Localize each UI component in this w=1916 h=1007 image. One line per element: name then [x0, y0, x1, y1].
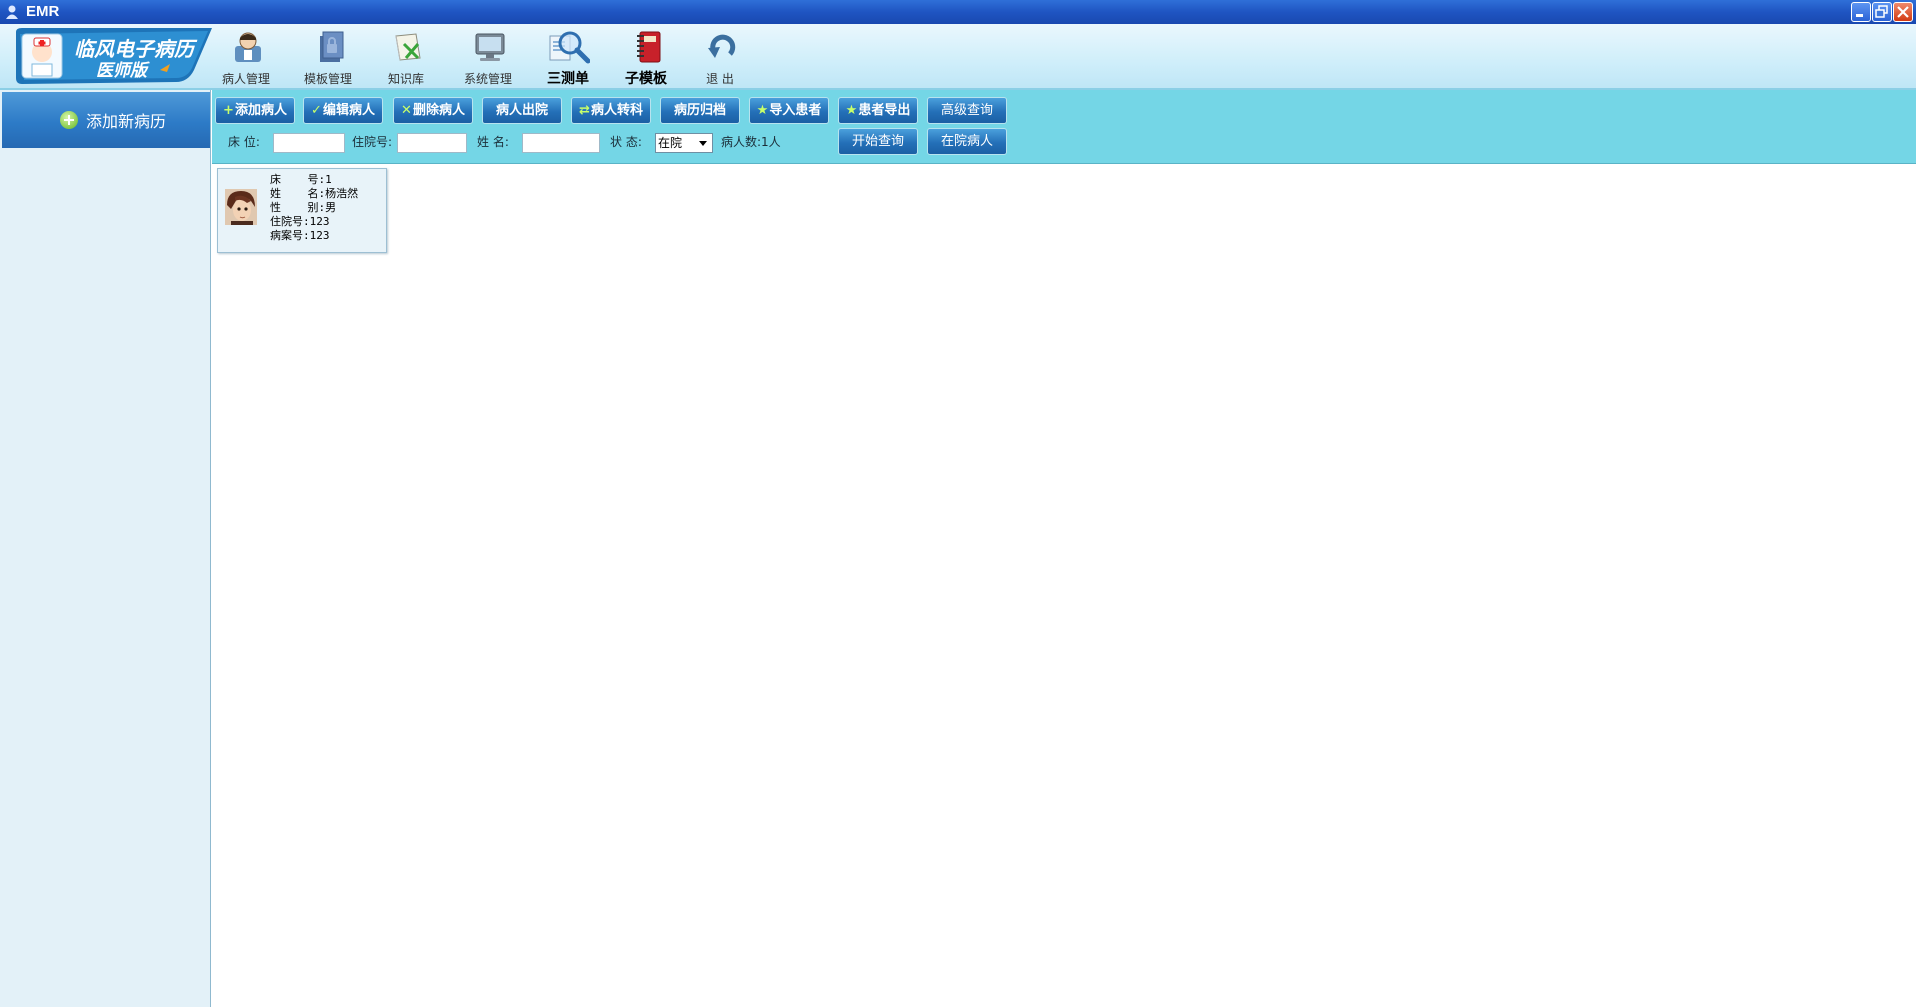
toolbar-label: 模板管理 — [303, 72, 352, 86]
add-new-record-label: 添加新病历 — [86, 112, 167, 131]
import-patient-button[interactable]: ★导入患者 — [749, 97, 829, 124]
patient-record-no: 病案号:123 — [270, 229, 330, 242]
add-new-record-button[interactable]: 添加新病历 — [2, 92, 210, 148]
toolbar-template-management[interactable]: 模板管理 — [292, 28, 364, 88]
patient-name: 姓 名:杨浩然 — [270, 187, 359, 200]
patient-bed: 床 号:1 — [270, 173, 332, 186]
toolbar-patient-management[interactable]: 病人管理 — [210, 28, 282, 88]
notebook-icon — [637, 31, 661, 63]
toolbar-label: 子模板 — [625, 71, 667, 87]
close-icon — [1897, 6, 1909, 18]
toolbar-knowledge-base[interactable]: 知识库 — [370, 28, 442, 88]
svg-text:临风电子病历: 临风电子病历 — [74, 37, 198, 61]
plus-circle-icon — [60, 111, 78, 129]
inpatients-button[interactable]: 在院病人 — [927, 128, 1007, 155]
patient-card[interactable]: 床 号:1 姓 名:杨浩然 性 别:男 住院号:123 病案号:123 — [217, 168, 387, 253]
magnifier-icon — [549, 31, 590, 64]
discharge-patient-button[interactable]: 病人出院 — [482, 97, 562, 124]
patient-avatar-icon — [225, 189, 257, 225]
restore-icon — [1875, 5, 1888, 18]
edit-patient-button[interactable]: ✓编辑病人 — [303, 97, 383, 124]
title-bar: EMR — [0, 0, 1916, 24]
star-icon: ★ — [845, 103, 858, 118]
app-logo: 临风电子病历 医师版 — [16, 28, 212, 84]
patient-list-area: 床 号:1 姓 名:杨浩然 性 别:男 住院号:123 病案号:123 — [212, 165, 1916, 1007]
patient-info: 床 号:1 姓 名:杨浩然 性 别:男 住院号:123 病案号:123 — [270, 173, 358, 243]
template-management-icon — [320, 31, 344, 62]
patient-action-bar: +添加病人 ✓编辑病人 ✕删除病人 病人出院 ⇄病人转科 病历归档 ★导入患者 … — [212, 90, 1916, 164]
window-title: EMR — [26, 3, 60, 20]
main-toolbar: 临风电子病历 医师版 病人管理 模板管理 知识库 系统管理 三测单 子模板 退 … — [0, 24, 1916, 90]
patient-count: 病人数:1人 — [721, 135, 781, 149]
exit-arrow-icon — [708, 34, 736, 58]
check-icon: ✓ — [311, 103, 322, 118]
svg-text:医师版: 医师版 — [96, 61, 150, 81]
patient-hospital-no: 住院号:123 — [270, 215, 330, 228]
app-icon — [6, 5, 18, 19]
delete-patient-button[interactable]: ✕删除病人 — [393, 97, 473, 124]
close-button[interactable] — [1893, 2, 1913, 22]
toolbar-system-management[interactable]: 系统管理 — [452, 28, 524, 88]
status-label: 状 态: — [610, 135, 642, 149]
status-dropdown[interactable]: 在院 — [655, 133, 713, 153]
restore-button[interactable] — [1872, 2, 1892, 22]
minimize-icon — [1856, 14, 1863, 17]
hospital-no-input[interactable] — [397, 133, 467, 153]
toolbar-sub-template[interactable]: 子模板 — [610, 28, 682, 88]
patient-sex: 性 别:男 — [270, 201, 337, 214]
export-patient-button[interactable]: ★患者导出 — [838, 97, 918, 124]
delete-x-icon: ✕ — [401, 103, 412, 118]
toolbar-label: 知识库 — [387, 72, 424, 86]
name-label: 姓 名: — [477, 135, 509, 149]
chevron-down-icon — [699, 141, 707, 146]
status-value: 在院 — [658, 136, 683, 150]
hospital-no-label: 住院号: — [352, 135, 393, 149]
transfer-patient-button[interactable]: ⇄病人转科 — [571, 97, 651, 124]
start-query-button[interactable]: 开始查询 — [838, 128, 918, 155]
transfer-icon: ⇄ — [579, 103, 590, 118]
toolbar-label: 三测单 — [547, 71, 589, 87]
name-input[interactable] — [522, 133, 600, 153]
left-panel: 添加新病历 — [0, 90, 211, 1007]
archive-record-button[interactable]: 病历归档 — [660, 97, 740, 124]
toolbar-label: 系统管理 — [463, 72, 512, 86]
minimize-button[interactable] — [1851, 2, 1871, 22]
patient-management-icon — [235, 32, 261, 62]
knowledge-base-icon — [395, 33, 421, 61]
toolbar-three-measure-sheet[interactable]: 三测单 — [532, 28, 604, 88]
plus-icon: + — [223, 103, 234, 118]
star-icon: ★ — [756, 103, 769, 118]
toolbar-label: 病人管理 — [221, 72, 270, 86]
toolbar-label: 退 出 — [706, 72, 734, 86]
bed-label: 床 位: — [228, 135, 260, 149]
toolbar-exit[interactable]: 退 出 — [684, 28, 756, 88]
advanced-query-button[interactable]: 高级查询 — [927, 97, 1007, 124]
system-management-icon — [475, 33, 505, 61]
bed-input[interactable] — [273, 133, 345, 153]
add-patient-button[interactable]: +添加病人 — [215, 97, 295, 124]
